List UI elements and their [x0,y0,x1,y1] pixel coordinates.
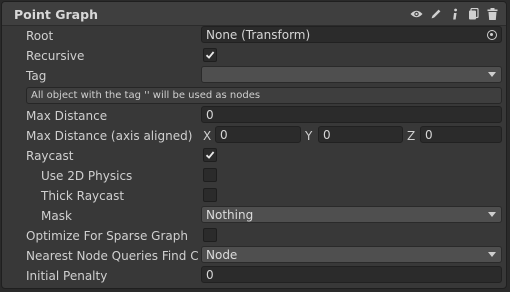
eye-icon[interactable] [409,7,424,22]
thick-raycast-label: Thick Raycast [41,189,125,203]
optimize-sparse-row: Optimize For Sparse Graph [2,226,506,246]
max-distance-row: Max Distance 0 [2,106,506,126]
root-row: Root None (Transform) [2,26,506,46]
z-axis-input[interactable]: 0 [420,126,502,143]
recursive-row: Recursive [2,46,506,66]
nearest-node-queries-dropdown[interactable]: Node [201,246,502,263]
max-distance-label: Max Distance [26,109,108,123]
copy-icon[interactable] [466,7,481,22]
trash-icon[interactable] [485,7,500,22]
mask-row: Mask Nothing [2,206,506,226]
tag-label: Tag [26,69,47,83]
header-icons [409,6,500,22]
mask-value: Nothing [206,208,254,222]
x-axis-label[interactable]: X [203,129,211,143]
optimize-sparse-label: Optimize For Sparse Graph [26,229,188,243]
recursive-checkbox[interactable] [203,48,217,62]
use-2d-physics-row: Use 2D Physics [2,166,506,186]
recursive-label: Recursive [26,49,85,63]
z-axis-label[interactable]: Z [407,129,415,143]
panel-header[interactable]: Point Graph [2,2,506,26]
mask-dropdown[interactable]: Nothing [201,206,502,223]
initial-penalty-label: Initial Penalty [26,269,108,283]
max-distance-input[interactable]: 0 [201,106,502,123]
optimize-sparse-checkbox[interactable] [203,228,217,242]
mask-label: Mask [41,209,72,223]
info-icon[interactable] [447,7,462,22]
root-label: Root [26,29,54,43]
raycast-label: Raycast [26,149,74,163]
nearest-node-queries-row: Nearest Node Queries Find Clc Node [2,246,506,266]
initial-penalty-input[interactable]: 0 [201,266,502,283]
use-2d-physics-label: Use 2D Physics [41,169,133,183]
nearest-node-queries-label: Nearest Node Queries Find Clc [26,249,199,263]
chevron-down-icon [488,212,496,217]
y-axis-label[interactable]: Y [305,129,312,143]
point-graph-panel: Point Graph Root None (Transform) Recurs… [1,1,507,289]
y-axis-input[interactable]: 0 [318,126,403,143]
max-distance-axis-label: Max Distance (axis aligned) [26,129,193,143]
object-picker-icon[interactable] [487,30,497,40]
x-axis-input[interactable]: 0 [215,126,301,143]
initial-penalty-row: Initial Penalty 0 [2,266,506,286]
root-object-field[interactable]: None (Transform) [201,26,502,43]
tag-dropdown[interactable] [201,66,502,83]
chevron-down-icon [488,72,496,77]
thick-raycast-row: Thick Raycast [2,186,506,206]
panel-title: Point Graph [14,7,98,22]
root-value: None (Transform) [206,28,311,42]
use-2d-physics-checkbox[interactable] [203,168,217,182]
raycast-row: Raycast [2,146,506,166]
tag-row: Tag [2,66,506,86]
max-distance-axis-row: Max Distance (axis aligned) X 0 Y 0 Z 0 [2,126,506,146]
chevron-down-icon [488,252,496,257]
tag-help-box: All object with the tag '' will be used … [26,87,502,104]
nearest-node-queries-value: Node [206,248,238,262]
raycast-checkbox[interactable] [203,148,217,162]
pencil-icon[interactable] [428,7,443,22]
thick-raycast-checkbox[interactable] [203,188,217,202]
